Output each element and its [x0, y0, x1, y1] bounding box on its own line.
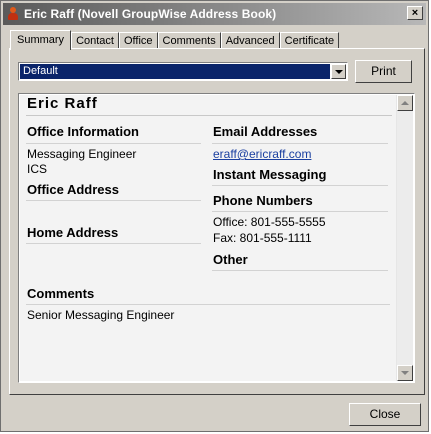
office-phone: Office: 801-555-5555 — [213, 215, 326, 229]
comments-heading: Comments — [27, 286, 95, 301]
tab-office[interactable]: Office — [118, 32, 158, 49]
job-title: Messaging Engineer — [27, 147, 137, 161]
instant-messaging-heading: Instant Messaging — [213, 167, 327, 182]
email-link[interactable]: eraff@ericraff.com — [213, 147, 311, 161]
card-content: Eric Raff Office Information Messaging E… — [20, 95, 396, 381]
tab-certificate[interactable]: Certificate — [279, 32, 340, 49]
home-address-heading: Home Address — [27, 225, 119, 240]
office-address-heading: Office Address — [27, 182, 119, 197]
divider — [212, 270, 388, 271]
tab-contact[interactable]: Contact — [71, 32, 119, 49]
divider — [212, 211, 388, 212]
print-button[interactable]: Print — [355, 60, 412, 83]
title-bar[interactable]: Eric Raff (Novell GroupWise Address Book… — [3, 3, 426, 25]
divider — [26, 304, 390, 305]
phone-numbers-heading: Phone Numbers — [213, 193, 313, 208]
contact-summary-card: Eric Raff Office Information Messaging E… — [18, 93, 415, 383]
view-select-value: Default — [20, 64, 330, 79]
divider — [26, 243, 201, 244]
email-addresses-heading: Email Addresses — [213, 124, 318, 139]
other-heading: Other — [213, 252, 248, 267]
window-title: Eric Raff (Novell GroupWise Address Book… — [24, 7, 277, 21]
chevron-down-icon[interactable] — [331, 64, 346, 79]
tab-summary[interactable]: Summary — [10, 30, 72, 50]
contact-name: Eric Raff — [27, 95, 98, 112]
comments-text: Senior Messaging Engineer — [27, 308, 175, 322]
tab-strip: Summary Contact Office Comments Advanced… — [10, 29, 340, 50]
department: ICS — [27, 162, 48, 176]
fax-number: Fax: 801-555-1111 — [213, 231, 312, 245]
divider — [26, 115, 392, 116]
scroll-up-icon[interactable] — [397, 95, 413, 111]
window-close-icon[interactable]: × — [407, 6, 423, 20]
vertical-scrollbar[interactable] — [396, 95, 413, 381]
contact-person-icon — [7, 7, 19, 21]
office-information-heading: Office Information — [27, 124, 139, 139]
divider — [212, 185, 388, 186]
divider — [212, 143, 388, 144]
tab-advanced[interactable]: Advanced — [220, 32, 280, 49]
view-select[interactable]: Default — [18, 62, 348, 81]
divider — [26, 143, 201, 144]
tab-comments[interactable]: Comments — [157, 32, 221, 49]
divider — [26, 200, 201, 201]
scroll-down-icon[interactable] — [397, 365, 413, 381]
close-button[interactable]: Close — [349, 403, 421, 426]
